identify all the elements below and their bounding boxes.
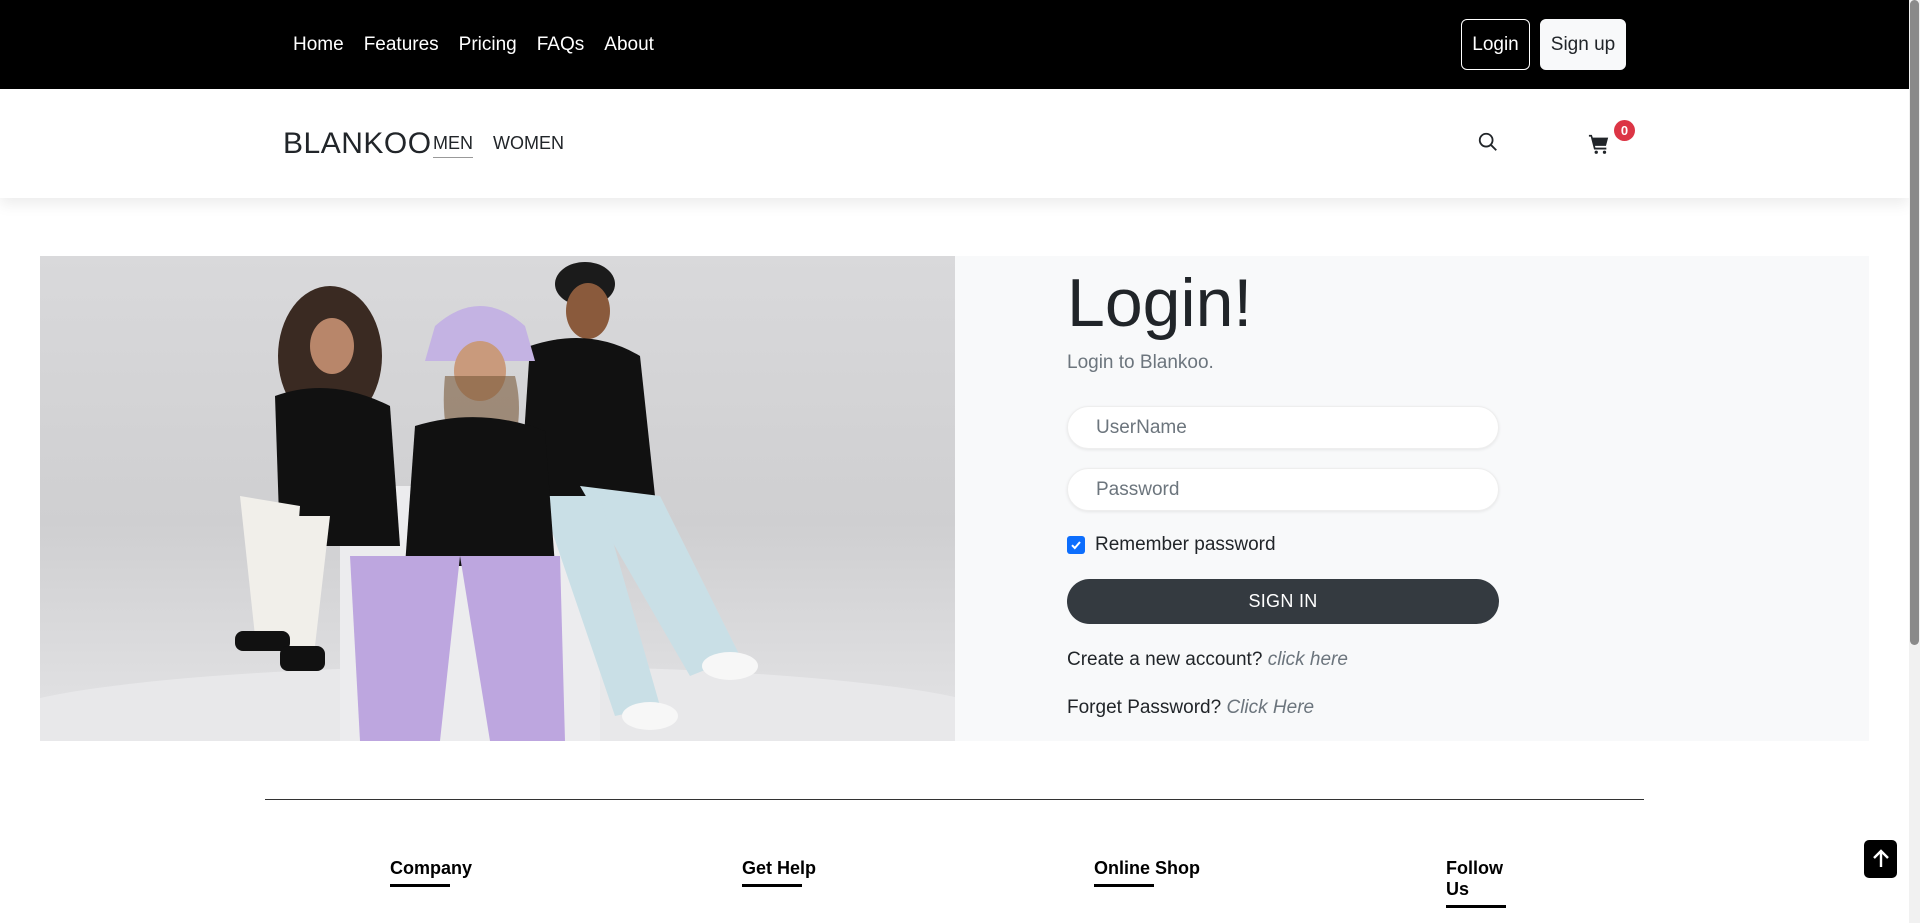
nav-features[interactable]: Features <box>364 34 439 56</box>
footer-divider <box>265 799 1644 800</box>
nav-faqs[interactable]: FAQs <box>537 34 585 56</box>
footer-heading-online-shop: Online Shop <box>1094 858 1200 878</box>
login-panel: Login! Login to Blankoo. Remember passwo… <box>955 256 1869 741</box>
top-navbar: Home Features Pricing FAQs About Login S… <box>0 0 1909 89</box>
login-subtitle: Login to Blankoo. <box>1067 352 1214 373</box>
footer-col-get-help: Get Help <box>742 858 816 887</box>
remember-label[interactable]: Remember password <box>1095 534 1276 556</box>
footer-underline <box>742 884 802 887</box>
search-icon[interactable] <box>1477 131 1499 153</box>
shop-header: BLANKOO MEN WOMEN 0 <box>0 89 1909 198</box>
nav-about[interactable]: About <box>604 34 654 56</box>
signin-button[interactable]: SIGN IN <box>1067 579 1499 624</box>
scrollbar-thumb[interactable] <box>1910 0 1919 645</box>
category-nav: MEN WOMEN <box>433 133 564 158</box>
forget-password-link[interactable]: Click Here <box>1226 697 1314 718</box>
hero-photo <box>40 256 955 741</box>
category-women[interactable]: WOMEN <box>493 133 564 158</box>
remember-checkbox[interactable] <box>1067 536 1085 554</box>
top-nav: Home Features Pricing FAQs About <box>293 0 654 89</box>
cart-icon[interactable] <box>1588 133 1610 155</box>
create-account-line: Create a new account? click here <box>1067 649 1348 671</box>
category-men[interactable]: MEN <box>433 133 473 158</box>
models-illustration <box>40 262 955 741</box>
nav-pricing[interactable]: Pricing <box>459 34 517 56</box>
create-account-link[interactable]: click here <box>1268 649 1348 670</box>
footer-heading-company: Company <box>390 858 473 878</box>
footer-col-follow-us: Follow Us <box>1446 858 1516 908</box>
login-title: Login! <box>1067 265 1253 341</box>
brand-logo[interactable]: BLANKOO <box>283 127 432 161</box>
create-account-text: Create a new account? <box>1067 649 1263 670</box>
username-input[interactable] <box>1067 406 1499 449</box>
cart-count-badge: 0 <box>1614 120 1635 141</box>
nav-home[interactable]: Home <box>293 34 344 56</box>
login-button[interactable]: Login <box>1461 19 1530 70</box>
password-input[interactable] <box>1067 468 1499 511</box>
forget-password-line: Forget Password? Click Here <box>1067 697 1314 719</box>
back-to-top-button[interactable] <box>1864 840 1897 878</box>
remember-password: Remember password <box>1067 534 1276 556</box>
footer-heading-get-help: Get Help <box>742 858 817 878</box>
footer-underline <box>390 884 450 887</box>
footer-heading-follow-us: Follow Us <box>1446 858 1503 899</box>
footer-col-company: Company <box>390 858 472 887</box>
forget-password-text: Forget Password? <box>1067 697 1222 718</box>
footer-col-online-shop: Online Shop <box>1094 858 1200 887</box>
check-icon <box>1071 541 1081 550</box>
signup-button[interactable]: Sign up <box>1540 19 1626 70</box>
arrow-up-icon <box>1872 849 1889 867</box>
footer-underline <box>1446 905 1506 908</box>
footer-underline <box>1094 884 1154 887</box>
